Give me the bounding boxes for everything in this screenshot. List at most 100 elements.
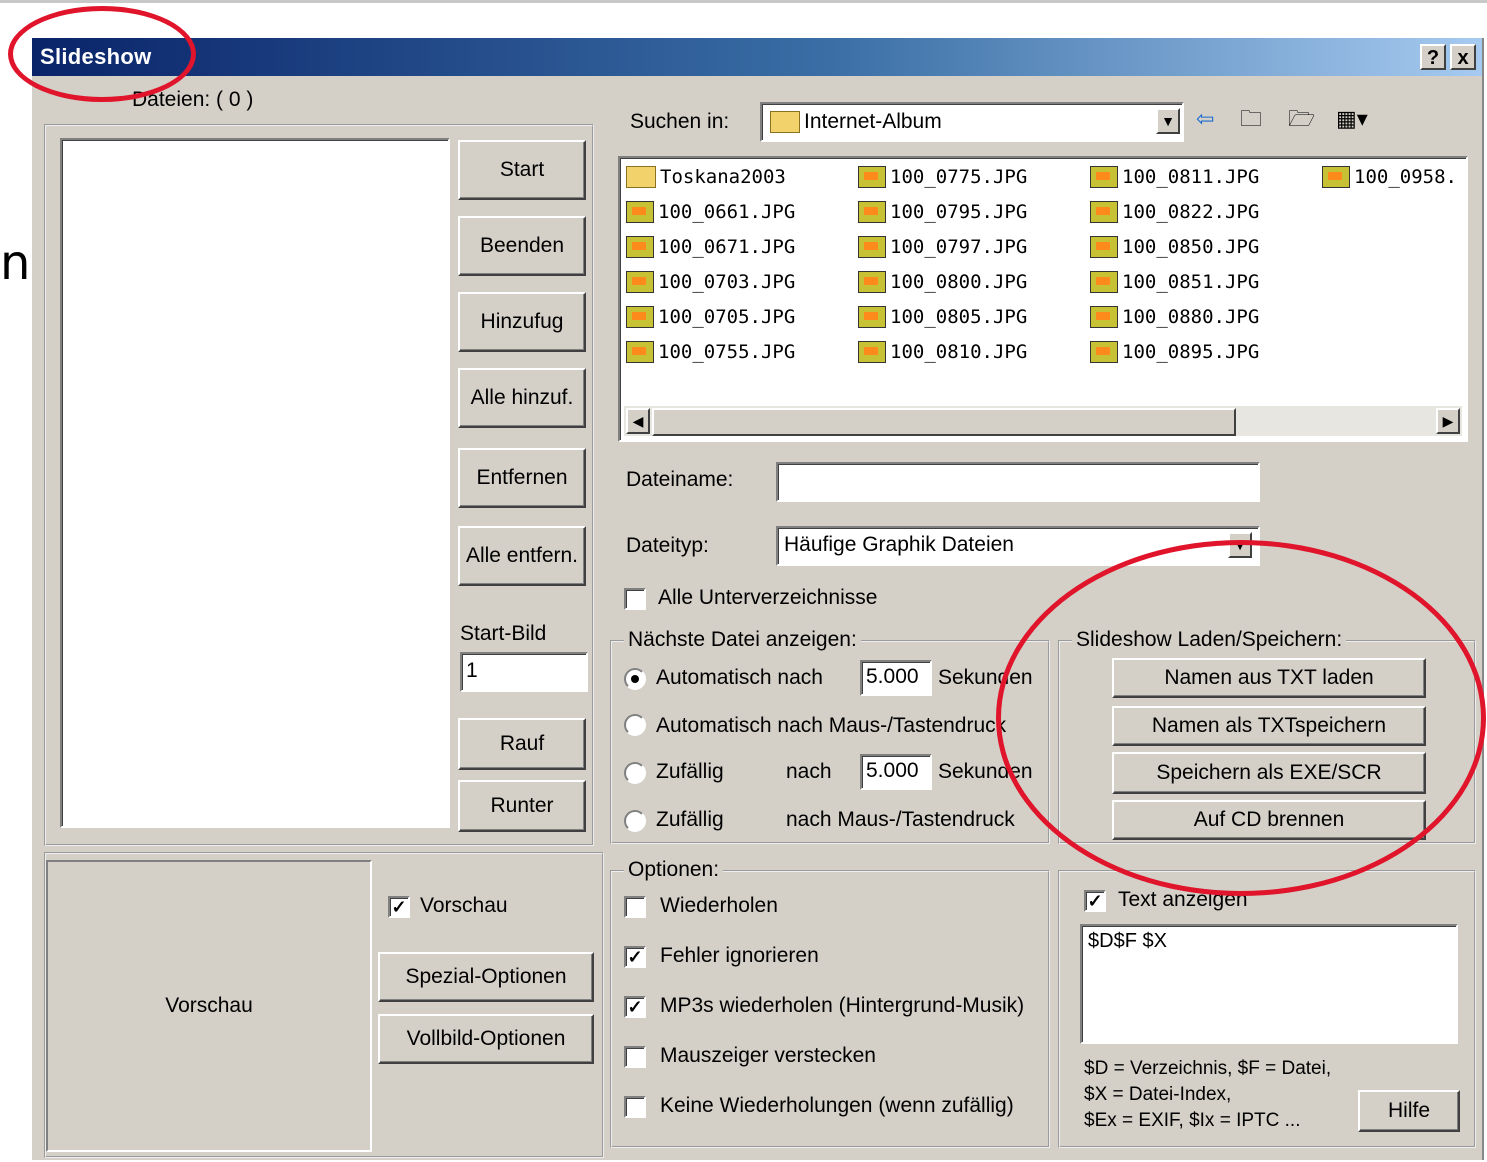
fehler-checkbox[interactable]: ✓: [624, 946, 646, 968]
jpg-file-icon: [858, 306, 886, 328]
opt3-nach: nach: [786, 760, 832, 783]
file-item[interactable]: 100_0822.JPG: [1090, 201, 1259, 223]
keine-wiederholungen-checkbox[interactable]: [624, 1096, 646, 1118]
file-item[interactable]: 100_0775.JPG: [858, 166, 1027, 188]
jpg-file-icon: [626, 341, 654, 363]
hinzufuegen-button[interactable]: Hinzufug: [458, 292, 586, 352]
preview-pane: Vorschau: [46, 860, 372, 1152]
file-item[interactable]: 100_0671.JPG: [626, 236, 795, 258]
chevron-down-icon[interactable]: ▼: [1156, 108, 1180, 134]
file-name: 100_0661.JPG: [658, 201, 796, 223]
file-name: Toskana2003: [660, 166, 786, 188]
jpg-file-icon: [858, 201, 886, 223]
file-browser[interactable]: [618, 156, 1468, 442]
jpg-file-icon: [858, 236, 886, 258]
file-item[interactable]: 100_0795.JPG: [858, 201, 1027, 223]
scrollbar-thumb[interactable]: [652, 408, 1236, 436]
file-item[interactable]: 100_0958.: [1322, 166, 1457, 188]
file-name: 100_0705.JPG: [658, 306, 796, 328]
look-in-dropdown[interactable]: Internet-Album: [760, 102, 1184, 142]
jpg-file-icon: [1090, 341, 1118, 363]
dateityp-label: Dateityp:: [626, 534, 709, 557]
keine-wiederholungen-label: Keine Wiederholungen (wenn zufällig): [660, 1094, 1014, 1117]
text-template-input[interactable]: $D$F $X: [1080, 924, 1458, 1044]
mp3-checkbox[interactable]: ✓: [624, 996, 646, 1018]
preview-label: Vorschau: [165, 994, 253, 1017]
file-item[interactable]: 100_0895.JPG: [1090, 341, 1259, 363]
file-item[interactable]: 100_0805.JPG: [858, 306, 1027, 328]
radio-auto-seconds[interactable]: [624, 668, 646, 690]
file-name: 100_0850.JPG: [1122, 236, 1260, 258]
preview-checkbox[interactable]: ✓: [388, 896, 410, 918]
file-name: 100_0880.JPG: [1122, 306, 1260, 328]
jpg-file-icon: [858, 166, 886, 188]
opt1-label: Automatisch nach: [656, 666, 823, 689]
dateiname-input[interactable]: [776, 462, 1260, 502]
file-item[interactable]: 100_0703.JPG: [626, 271, 795, 293]
view-menu-icon[interactable]: ▦▾: [1336, 106, 1368, 132]
file-name: 100_0755.JPG: [658, 341, 796, 363]
file-item[interactable]: 100_0755.JPG: [626, 341, 795, 363]
annotation-circle-load-save: [996, 540, 1486, 896]
file-name: 100_0703.JPG: [658, 271, 796, 293]
preview-checkbox-label: Vorschau: [420, 894, 508, 917]
up-folder-icon[interactable]: 🗀: [1240, 106, 1262, 132]
file-item[interactable]: 100_0797.JPG: [858, 236, 1027, 258]
help-text-3: $Ex = EXIF, $Ix = IPTC ...: [1084, 1110, 1301, 1131]
hilfe-button[interactable]: Hilfe: [1358, 1090, 1460, 1132]
radio-random-seconds[interactable]: [624, 762, 646, 784]
radio-random-key[interactable]: [624, 810, 646, 832]
opt3-seconds-input[interactable]: 5.000: [860, 754, 932, 790]
start-bild-input[interactable]: 1: [460, 652, 588, 692]
file-name: 100_0800.JPG: [890, 271, 1028, 293]
file-item[interactable]: Toskana2003: [626, 166, 786, 188]
opt3-label: Zufällig: [656, 760, 724, 783]
folder-icon: [770, 111, 800, 133]
scroll-left-icon[interactable]: ◀: [626, 408, 650, 434]
mp3-label: MP3s wiederholen (Hintergrund-Musik): [660, 994, 1025, 1017]
opt4-rest: nach Maus-/Tastendruck: [786, 808, 1015, 831]
spezial-optionen-button[interactable]: Spezial-Optionen: [378, 952, 594, 1002]
start-button[interactable]: Start: [458, 140, 586, 200]
file-item[interactable]: 100_0851.JPG: [1090, 271, 1259, 293]
file-item[interactable]: 100_0810.JPG: [858, 341, 1027, 363]
help-button[interactable]: ?: [1420, 44, 1446, 70]
selected-files-list[interactable]: [60, 138, 450, 828]
mauszeiger-checkbox[interactable]: [624, 1046, 646, 1068]
jpg-file-icon: [626, 271, 654, 293]
jpg-file-icon: [1090, 201, 1118, 223]
text-anzeigen-checkbox[interactable]: ✓: [1084, 890, 1106, 912]
wiederholen-checkbox[interactable]: [624, 896, 646, 918]
rauf-button[interactable]: Rauf: [458, 718, 586, 770]
file-item[interactable]: 100_0800.JPG: [858, 271, 1027, 293]
alle-hinzufuegen-button[interactable]: Alle hinzuf.: [458, 368, 586, 428]
entfernen-button[interactable]: Entfernen: [458, 448, 586, 508]
file-item[interactable]: 100_0661.JPG: [626, 201, 795, 223]
file-item[interactable]: 100_0811.JPG: [1090, 166, 1259, 188]
vollbild-optionen-button[interactable]: Vollbild-Optionen: [378, 1014, 594, 1064]
scroll-right-icon[interactable]: ▶: [1436, 408, 1460, 434]
file-item[interactable]: 100_0705.JPG: [626, 306, 795, 328]
dateiname-label: Dateiname:: [626, 468, 734, 491]
opt4-label: Zufällig: [656, 808, 724, 831]
close-button[interactable]: x: [1450, 44, 1476, 70]
look-in-label: Suchen in:: [630, 110, 730, 133]
mauszeiger-label: Mauszeiger verstecken: [660, 1044, 876, 1067]
options-title: Optionen:: [624, 858, 724, 882]
back-arrow-icon[interactable]: ⇦: [1196, 106, 1214, 132]
new-folder-icon[interactable]: 🗁: [1288, 106, 1315, 132]
radio-auto-key[interactable]: [624, 714, 646, 736]
runter-button[interactable]: Runter: [458, 780, 586, 832]
file-item[interactable]: 100_0850.JPG: [1090, 236, 1259, 258]
beenden-button[interactable]: Beenden: [458, 216, 586, 276]
next-file-title: Nächste Datei anzeigen:: [624, 628, 861, 652]
jpg-file-icon: [1090, 271, 1118, 293]
jpg-file-icon: [1090, 306, 1118, 328]
jpg-file-icon: [858, 271, 886, 293]
alle-unterverzeichnisse-checkbox[interactable]: [624, 588, 646, 610]
file-item[interactable]: 100_0880.JPG: [1090, 306, 1259, 328]
title-bar[interactable]: [32, 38, 1482, 76]
alle-entfernen-button[interactable]: Alle entfern.: [458, 526, 586, 586]
edge-text-fragment: n: [0, 235, 31, 291]
opt1-seconds-input[interactable]: 5.000: [860, 660, 932, 696]
